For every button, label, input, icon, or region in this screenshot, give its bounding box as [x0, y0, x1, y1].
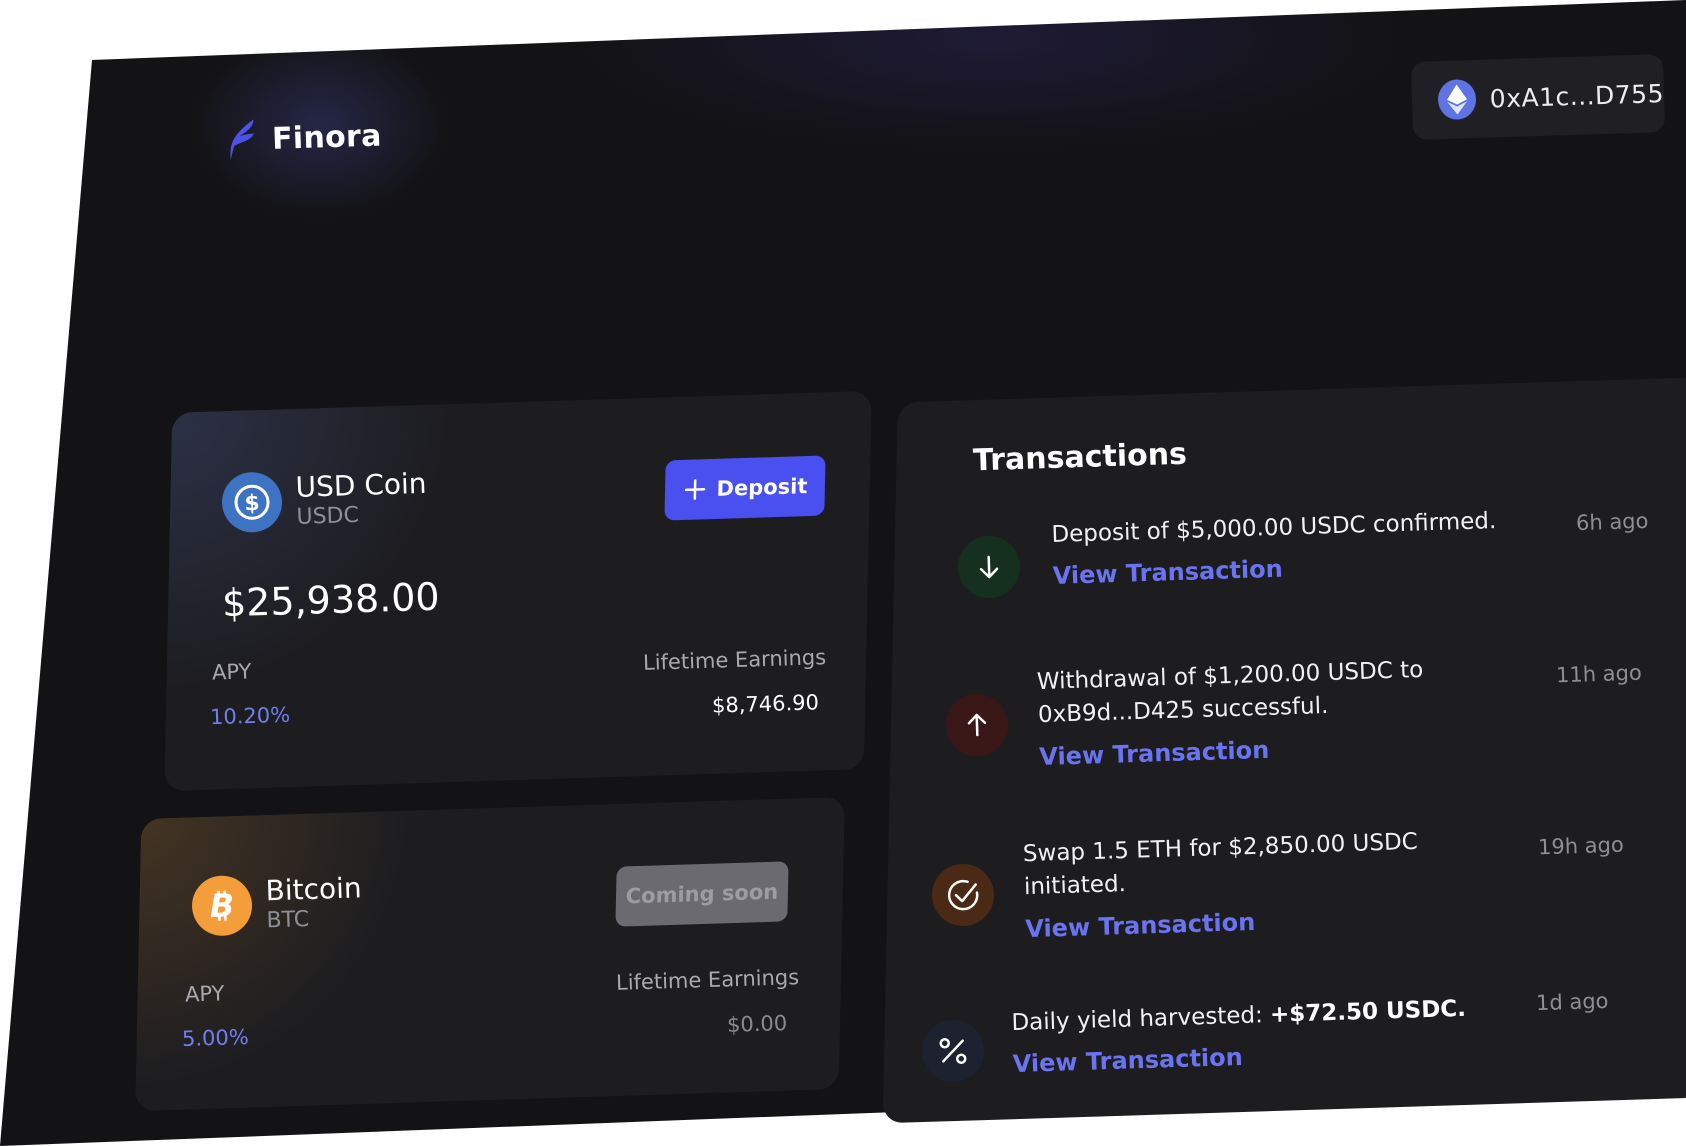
asset-symbol: BTC	[266, 906, 310, 933]
apy-value: 5.00%	[181, 1024, 250, 1052]
glow-decoration	[540, 0, 1440, 160]
wallet-address-button[interactable]: 0xA1c...D755	[1410, 54, 1666, 140]
transaction-item: Deposit of $5,000.00 USDC confirmed. Vie…	[1051, 505, 1498, 590]
transaction-item: Swap 1.5 ETH for $2,850.00 USDC initiate…	[1022, 826, 1420, 943]
transaction-item: Daily yield harvested: +$72.50 USDC. Vie…	[1011, 993, 1468, 1079]
scene: Finora 0xA1c...D755 $ USD Coin USDC Depo…	[0, 0, 1686, 1146]
transaction-amount: +$72.50 USDC.	[1269, 995, 1467, 1029]
deposit-label: Deposit	[716, 474, 808, 501]
asset-card-btc	[135, 796, 845, 1112]
bitcoin-icon: B	[191, 874, 253, 937]
transaction-time: 11h ago	[1555, 660, 1643, 688]
finora-logo-icon	[230, 119, 254, 161]
coming-soon-button: Coming soon	[615, 861, 789, 927]
wallet-address: 0xA1c...D755	[1489, 78, 1665, 114]
svg-text:$: $	[244, 491, 260, 516]
apy-value: 10.20%	[209, 702, 291, 730]
apy-label: APY	[211, 659, 252, 685]
transaction-time: 19h ago	[1537, 832, 1625, 860]
deposit-button[interactable]: Deposit	[664, 455, 826, 521]
asset-symbol: USDC	[296, 502, 360, 530]
transaction-item: Withdrawal of $1,200.00 USDC to 0xB9d...…	[1036, 654, 1426, 771]
brand-header: Finora	[219, 107, 382, 168]
apy-label: APY	[184, 981, 225, 1007]
coming-soon-label: Coming soon	[625, 879, 779, 909]
transaction-text-prefix: Daily yield harvested:	[1011, 1002, 1271, 1037]
asset-name: USD Coin	[295, 467, 427, 505]
ethereum-icon	[1437, 78, 1477, 121]
transactions-title: Transactions	[972, 436, 1188, 479]
asset-header-btc: B Bitcoin BTC	[191, 871, 363, 937]
usdc-icon: $	[221, 471, 283, 534]
asset-header-usdc: $ USD Coin USDC	[221, 467, 428, 534]
asset-name: Bitcoin	[265, 871, 363, 908]
transaction-time: 6h ago	[1575, 508, 1649, 536]
brand-name: Finora	[271, 117, 383, 157]
plus-icon	[684, 479, 705, 500]
svg-text:B: B	[209, 886, 235, 925]
asset-balance: $25,938.00	[221, 574, 441, 626]
earnings-value: $8,746.90	[711, 690, 820, 718]
earnings-value: $0.00	[726, 1011, 788, 1037]
transaction-time: 1d ago	[1535, 988, 1609, 1016]
